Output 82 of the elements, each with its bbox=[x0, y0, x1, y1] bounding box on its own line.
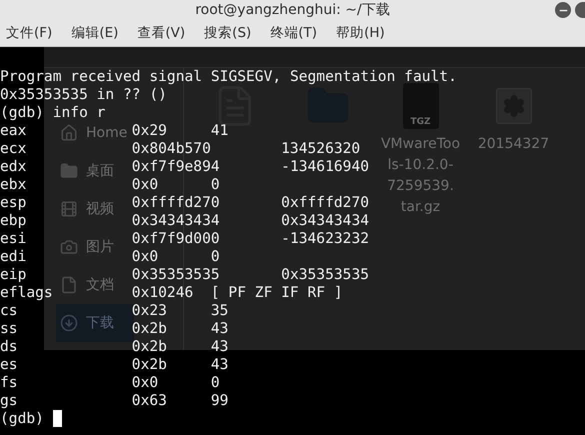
menu-item[interactable]: 搜索(S) bbox=[204, 24, 252, 42]
register-value: 0 bbox=[210, 176, 220, 194]
register-value: [ PF ZF IF RF ] bbox=[210, 284, 343, 302]
register-hex: 0x2b bbox=[132, 338, 167, 356]
register-name: eflags bbox=[0, 284, 53, 302]
register-name: cs bbox=[0, 302, 18, 320]
register-hex: 0xffffd270 bbox=[132, 194, 220, 212]
register-value: 99 bbox=[210, 392, 228, 410]
minimize-button[interactable] bbox=[555, 2, 571, 18]
sidebar-label: 下载 bbox=[86, 314, 114, 332]
register-name: ebp bbox=[0, 212, 26, 230]
register-hex: 0x0 bbox=[132, 176, 158, 194]
register-name: eip bbox=[0, 266, 26, 284]
register-value: 0x34343434 bbox=[281, 212, 370, 230]
register-hex: 0x63 bbox=[132, 392, 167, 410]
register-hex: 0xf7f9d000 bbox=[132, 230, 220, 248]
register-value: 43 bbox=[210, 356, 228, 374]
menu-item[interactable]: 文件(F) bbox=[6, 24, 52, 42]
terminal-line: Program received signal SIGSEGV, Segmentation fault. bbox=[0, 68, 457, 86]
register-name: es bbox=[0, 356, 18, 374]
register-name: ecx bbox=[0, 140, 26, 158]
register-value: 0x35353535 bbox=[281, 266, 370, 284]
sidebar-item[interactable]: 图片 bbox=[56, 228, 134, 266]
register-value: 43 bbox=[210, 338, 228, 356]
home-icon bbox=[60, 124, 78, 142]
register-hex: 0x0 bbox=[132, 248, 158, 266]
sidebar-label: 视频 bbox=[86, 200, 114, 218]
register-name: ds bbox=[0, 338, 18, 356]
register-name: gs bbox=[0, 392, 18, 410]
sidebar-item[interactable]: 桌面 bbox=[56, 152, 134, 190]
menu-item[interactable]: 终端(T) bbox=[270, 24, 318, 42]
register-value: -134623232 bbox=[281, 230, 370, 248]
sidebar-label: 桌面 bbox=[86, 162, 114, 180]
register-name: ss bbox=[0, 320, 18, 338]
register-hex: 0x35353535 bbox=[132, 266, 220, 284]
register-name: eax bbox=[0, 122, 26, 140]
register-hex: 0x10246 bbox=[132, 284, 194, 302]
register-hex: 0x29 bbox=[132, 122, 167, 140]
register-hex: 0x2b bbox=[132, 320, 167, 338]
file-name[interactable]: VMwareToo ls-10.2.0- 7259539. tar.gz bbox=[380, 134, 460, 218]
register-hex: 0x23 bbox=[132, 302, 167, 320]
sidebar-item[interactable]: 下载 bbox=[56, 304, 134, 342]
register-name: ebx bbox=[0, 176, 26, 194]
terminal-line: (gdb) info r bbox=[0, 104, 106, 122]
register-name: fs bbox=[0, 374, 18, 392]
register-value: 134526320 bbox=[281, 140, 360, 158]
register-hex: 0xf7f9e894 bbox=[132, 158, 220, 176]
register-value: -134616940 bbox=[281, 158, 370, 176]
register-value: 43 bbox=[210, 320, 228, 338]
register-name: edi bbox=[0, 248, 26, 266]
sidebar-item[interactable]: 文档 bbox=[56, 266, 134, 304]
register-hex: 0x2b bbox=[132, 356, 167, 374]
register-value: 35 bbox=[210, 302, 228, 320]
register-value: 0 bbox=[210, 248, 220, 266]
window-title: root@yangzhenghui: ~/下载 bbox=[195, 1, 390, 19]
register-name: esi bbox=[0, 230, 26, 248]
film-icon bbox=[60, 200, 78, 218]
file-name[interactable]: 20154327 bbox=[478, 134, 550, 155]
sidebar-label: Home bbox=[86, 125, 128, 141]
register-hex: 0x804b570 bbox=[132, 140, 211, 158]
menu-item[interactable]: 查看(V) bbox=[137, 24, 186, 42]
register-hex: 0x0 bbox=[132, 374, 158, 392]
archive-label: TGZ bbox=[410, 117, 431, 127]
document-icon bbox=[60, 276, 78, 294]
sidebar-label: 文档 bbox=[86, 276, 114, 294]
terminal-line: 0x35353535 in ?? () bbox=[0, 86, 167, 104]
register-value: 0 bbox=[210, 374, 220, 392]
maximize-button[interactable] bbox=[575, 2, 585, 18]
text-cursor bbox=[52, 410, 62, 427]
register-value: 41 bbox=[210, 122, 228, 140]
register-name: edx bbox=[0, 158, 26, 176]
menu-item[interactable]: 帮助(H) bbox=[336, 24, 385, 42]
gdb-prompt: (gdb) bbox=[0, 410, 44, 428]
register-value: 0xffffd270 bbox=[281, 194, 370, 212]
download-icon bbox=[60, 314, 78, 332]
camera-icon bbox=[60, 238, 78, 256]
folder-icon bbox=[60, 162, 78, 180]
menu-item[interactable]: 编辑(E) bbox=[71, 24, 118, 42]
sidebar-item[interactable]: 视频 bbox=[56, 190, 134, 228]
register-name: esp bbox=[0, 194, 26, 212]
sidebar-label: 图片 bbox=[86, 238, 114, 256]
register-hex: 0x34343434 bbox=[132, 212, 220, 230]
